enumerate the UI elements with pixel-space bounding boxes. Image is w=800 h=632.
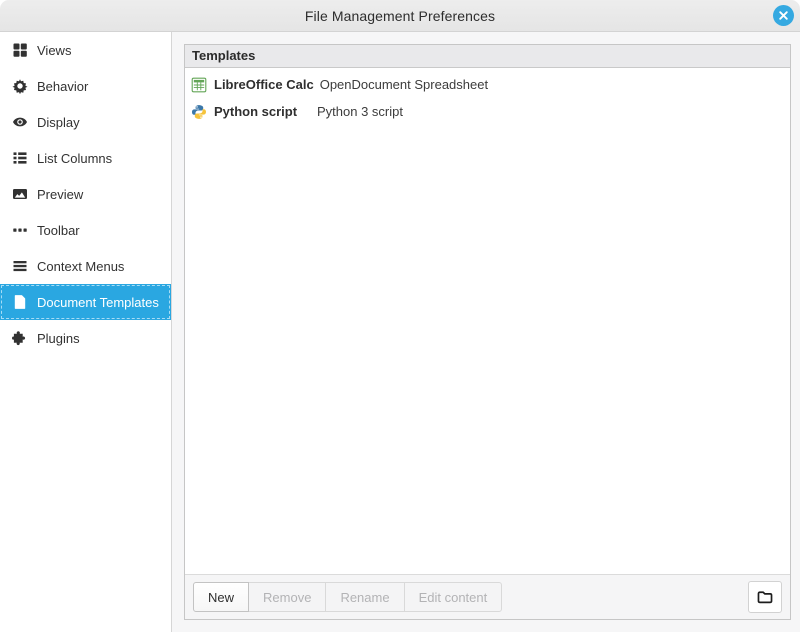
sidebar-item-toolbar[interactable]: Toolbar: [0, 212, 171, 248]
templates-action-bar: New Remove Rename Edit content: [185, 574, 790, 619]
sidebar-item-display[interactable]: Display: [0, 104, 171, 140]
titlebar[interactable]: File Management Preferences: [0, 0, 800, 32]
sidebar: Views Behavior Display List Columns: [0, 32, 172, 632]
close-button[interactable]: [773, 5, 794, 26]
remove-button[interactable]: Remove: [248, 582, 326, 612]
sidebar-item-label: Plugins: [37, 331, 80, 346]
puzzle-icon: [12, 330, 28, 346]
template-row-libreoffice-calc[interactable]: LibreOffice Calc OpenDocument Spreadshee…: [185, 71, 790, 98]
template-description: OpenDocument Spreadsheet: [320, 77, 488, 92]
templates-panel-header: Templates: [185, 45, 790, 68]
sidebar-item-label: Views: [37, 43, 71, 58]
folder-icon: [756, 588, 774, 606]
sidebar-item-label: List Columns: [37, 151, 112, 166]
template-name: LibreOffice Calc: [214, 77, 320, 92]
sidebar-item-label: Toolbar: [37, 223, 80, 238]
edit-content-button[interactable]: Edit content: [404, 582, 503, 612]
templates-list[interactable]: LibreOffice Calc OpenDocument Spreadshee…: [185, 68, 790, 574]
template-description: Python 3 script: [317, 104, 403, 119]
sidebar-item-label: Display: [37, 115, 80, 130]
sidebar-item-label: Document Templates: [37, 295, 159, 310]
menu-icon: [12, 258, 28, 274]
image-icon: [12, 186, 28, 202]
rename-button[interactable]: Rename: [325, 582, 404, 612]
new-button[interactable]: New: [193, 582, 249, 612]
main-area: Templates LibreOffice Calc OpenDocument …: [172, 32, 800, 632]
sidebar-item-context-menus[interactable]: Context Menus: [0, 248, 171, 284]
document-icon: [12, 294, 28, 310]
grid-icon: [12, 42, 28, 58]
dots-icon: [12, 222, 28, 238]
sidebar-item-label: Preview: [37, 187, 83, 202]
template-name: Python script: [214, 104, 317, 119]
sidebar-item-plugins[interactable]: Plugins: [0, 320, 171, 356]
preferences-window: File Management Preferences Views Behavi…: [0, 0, 800, 632]
eye-icon: [12, 114, 28, 130]
sidebar-item-label: Context Menus: [37, 259, 124, 274]
template-row-python-script[interactable]: Python script Python 3 script: [185, 98, 790, 125]
python-icon: [191, 104, 207, 120]
template-actions-group: New Remove Rename Edit content: [193, 582, 502, 612]
sidebar-item-label: Behavior: [37, 79, 88, 94]
sidebar-item-views[interactable]: Views: [0, 32, 171, 68]
list-icon: [12, 150, 28, 166]
sidebar-item-preview[interactable]: Preview: [0, 176, 171, 212]
gear-icon: [12, 78, 28, 94]
sidebar-item-behavior[interactable]: Behavior: [0, 68, 171, 104]
templates-panel: Templates LibreOffice Calc OpenDocument …: [184, 44, 791, 620]
sidebar-item-list-columns[interactable]: List Columns: [0, 140, 171, 176]
close-icon: [778, 10, 789, 21]
open-templates-folder-button[interactable]: [748, 581, 782, 613]
window-title: File Management Preferences: [305, 8, 495, 24]
libreoffice-calc-icon: [191, 77, 207, 93]
sidebar-item-document-templates[interactable]: Document Templates: [0, 284, 171, 320]
